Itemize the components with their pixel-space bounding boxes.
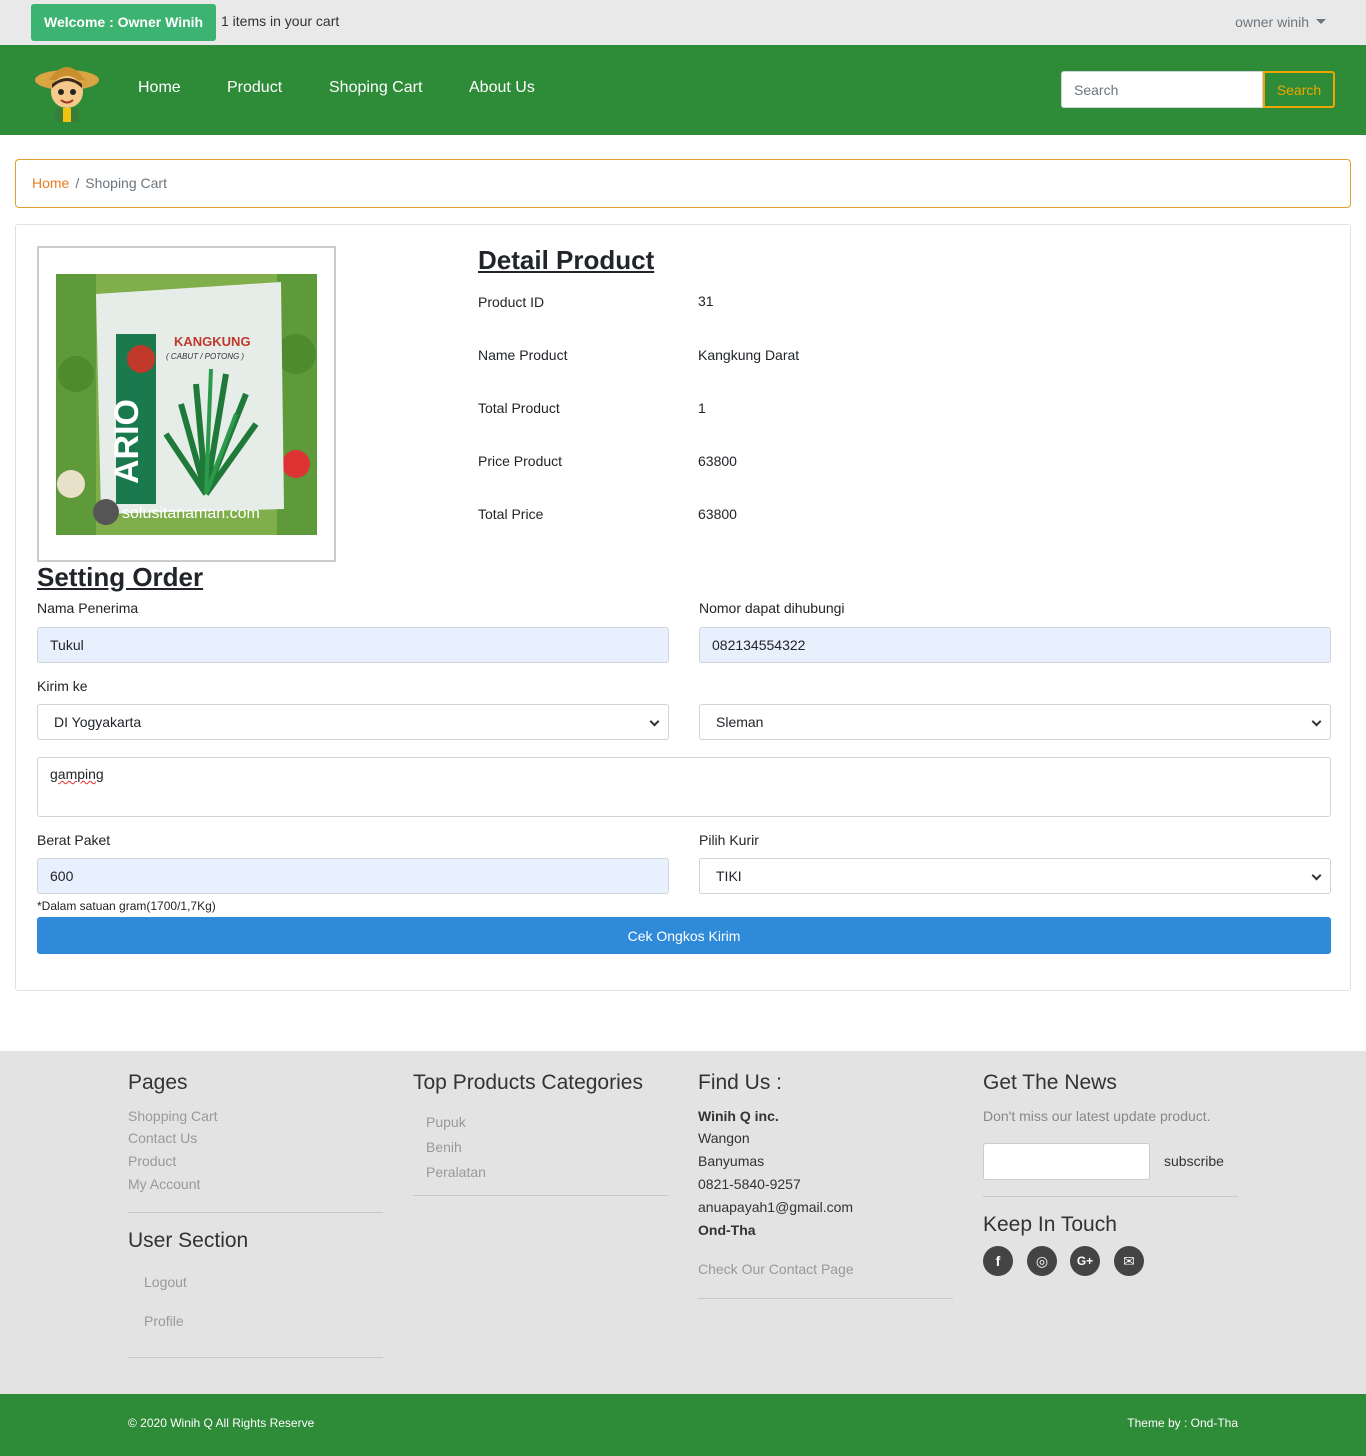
berat-paket-label: Berat Paket	[37, 832, 111, 848]
footer-link-profile[interactable]: Profile	[144, 1313, 184, 1329]
bottom-bar: © 2020 Winih Q All Rights Reserve Theme …	[0, 1394, 1366, 1456]
product-sub-text: ( CABUT / POTONG )	[166, 352, 244, 361]
city-select[interactable]: Sleman	[699, 704, 1331, 740]
divider	[128, 1212, 383, 1213]
subscribe-email-input[interactable]	[983, 1143, 1150, 1180]
divider	[983, 1196, 1238, 1197]
subscribe-button[interactable]: subscribe	[1164, 1153, 1224, 1169]
chevron-down-icon	[649, 716, 660, 727]
province-select[interactable]: DI Yogyakarta	[37, 704, 669, 740]
setting-order-title: Setting Order	[37, 562, 204, 592]
news-description: Don't miss our latest update product.	[983, 1108, 1211, 1124]
footer-link-my-account[interactable]: My Account	[128, 1176, 200, 1192]
footer: Pages Shopping Cart Contact Us Product M…	[0, 1051, 1366, 1394]
nav-about-us[interactable]: About Us	[469, 79, 535, 97]
footer-link-product[interactable]: Product	[128, 1153, 176, 1169]
price-product-label: Price Product	[478, 453, 563, 469]
divider	[698, 1298, 953, 1299]
cek-ongkos-kirim-button[interactable]: Cek Ongkos Kirim	[37, 917, 1331, 954]
nav-home[interactable]: Home	[138, 79, 181, 97]
search-button[interactable]: Search	[1263, 71, 1335, 108]
instagram-icon[interactable]: ◎	[1027, 1246, 1057, 1276]
total-product-value: 1	[698, 400, 706, 416]
footer-link-shopping-cart[interactable]: Shopping Cart	[128, 1108, 218, 1124]
kirim-ke-label: Kirim ke	[37, 678, 88, 694]
breadcrumb-separator: /	[75, 175, 80, 191]
contact-page-link[interactable]: Check Our Contact Page	[698, 1261, 854, 1277]
footer-pages-title: Pages	[128, 1071, 188, 1094]
footer-category-benih[interactable]: Benih	[426, 1139, 462, 1155]
pilih-kurir-label: Pilih Kurir	[699, 832, 759, 848]
search-input[interactable]	[1061, 71, 1263, 108]
nomor-telepon-label: Nomor dapat dihubungi	[699, 600, 845, 616]
copyright-text: © 2020 Winih Q All Rights Reserve	[128, 1416, 315, 1430]
divider	[128, 1357, 383, 1358]
product-image: ARIO KANGKUNG ( CABUT / POTONG ) solusit…	[37, 246, 336, 562]
google-plus-icon[interactable]: G+	[1070, 1246, 1100, 1276]
total-product-label: Total Product	[478, 400, 560, 416]
total-price-label: Total Price	[478, 506, 544, 522]
product-id-value: 31	[698, 293, 714, 309]
owner-name: Ond-Tha	[698, 1222, 756, 1238]
caret-down-icon	[1316, 19, 1326, 24]
berat-paket-input[interactable]: 600	[37, 858, 669, 894]
detail-product-title: Detail Product	[478, 245, 655, 275]
name-product-label: Name Product	[478, 347, 568, 363]
footer-news-title: Get The News	[983, 1071, 1117, 1094]
envelope-icon[interactable]: ✉	[1114, 1246, 1144, 1276]
product-side-text: ARIO	[108, 399, 146, 484]
user-dropdown[interactable]: owner winih	[1235, 14, 1326, 30]
footer-category-peralatan[interactable]: Peralatan	[426, 1164, 486, 1180]
footer-user-section-title: User Section	[128, 1229, 249, 1252]
top-bar: Welcome : Owner Winih 1 items in your ca…	[0, 0, 1366, 45]
price-product-value: 63800	[698, 453, 737, 469]
footer-category-pupuk[interactable]: Pupuk	[426, 1114, 466, 1130]
cart-card: ARIO KANGKUNG ( CABUT / POTONG ) solusit…	[15, 224, 1351, 991]
welcome-badge[interactable]: Welcome : Owner Winih	[31, 4, 217, 41]
province-value: DI Yogyakarta	[54, 714, 142, 730]
address-textarea[interactable]: gamping	[37, 757, 1331, 817]
courier-value: TIKI	[716, 868, 742, 884]
farmer-logo[interactable]	[33, 56, 101, 124]
nav-shopping-cart[interactable]: Shoping Cart	[329, 79, 422, 97]
nav-product[interactable]: Product	[227, 79, 282, 97]
breadcrumb-current: Shoping Cart	[85, 175, 167, 191]
weight-note: *Dalam satuan gram(1700/1,7Kg)	[37, 899, 216, 913]
facebook-icon[interactable]: f	[983, 1246, 1013, 1276]
nama-penerima-label: Nama Penerima	[37, 600, 139, 616]
total-price-value: 63800	[698, 506, 737, 522]
divider	[413, 1195, 668, 1196]
keep-in-touch-title: Keep In Touch	[983, 1213, 1117, 1236]
main-navbar: Home Product Shoping Cart About Us Searc…	[0, 45, 1366, 135]
name-product-value: Kangkung Darat	[698, 347, 800, 363]
courier-select[interactable]: TIKI	[699, 858, 1331, 894]
product-id-label: Product ID	[478, 294, 545, 310]
phone-number: 0821-5840-9257	[698, 1176, 801, 1192]
cart-count-text: 1 items in your cart	[221, 13, 340, 29]
footer-find-us-title: Find Us :	[698, 1071, 783, 1094]
chevron-down-icon	[1311, 716, 1322, 727]
email-address: anuapayah1@gmail.com	[698, 1199, 854, 1215]
footer-link-logout[interactable]: Logout	[144, 1274, 187, 1290]
theme-credit: Theme by : Ond-Tha	[1127, 1416, 1238, 1430]
address-line: Banyumas	[698, 1153, 765, 1169]
nomor-telepon-input[interactable]: 082134554322	[699, 627, 1331, 663]
breadcrumb: Home / Shoping Cart	[15, 159, 1351, 208]
nama-penerima-input[interactable]: Tukul	[37, 627, 669, 663]
user-name: owner winih	[1235, 14, 1309, 30]
city-value: Sleman	[716, 714, 764, 730]
footer-link-contact-us[interactable]: Contact Us	[128, 1130, 197, 1146]
chevron-down-icon	[1311, 870, 1322, 881]
company-name: Winih Q inc.	[698, 1108, 779, 1124]
breadcrumb-home[interactable]: Home	[32, 175, 69, 191]
address-value: gamping	[50, 766, 104, 782]
footer-categories-title: Top Products Categories	[413, 1071, 643, 1094]
product-brand-text: KANGKUNG	[174, 334, 251, 349]
address-line: Wangon	[698, 1130, 750, 1146]
product-watermark: solusitanaman.com	[122, 505, 260, 522]
